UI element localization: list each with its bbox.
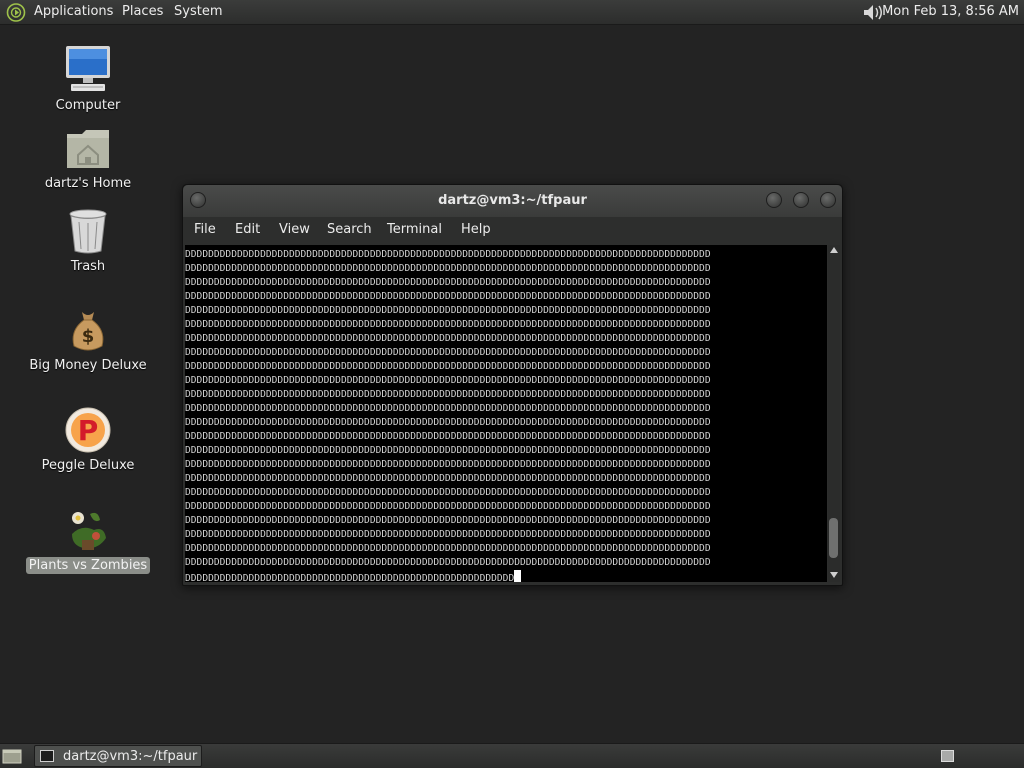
- terminal-cursor: [514, 570, 522, 582]
- terminal-menu-file[interactable]: File: [194, 222, 216, 237]
- plants-vs-zombies-icon: [72, 512, 106, 550]
- terminal-menu-terminal[interactable]: Terminal: [387, 222, 442, 237]
- scroll-up-arrow-icon[interactable]: [830, 247, 838, 253]
- desktop-icon-plants-vs-zombies[interactable]: Plants vs Zombies: [23, 506, 153, 574]
- terminal-menu-view[interactable]: View: [279, 222, 310, 237]
- computer-icon: [66, 46, 110, 91]
- bottom-panel: dartz@vm3:~/tfpaur: [0, 743, 1024, 768]
- terminal-icon: [40, 750, 54, 762]
- show-desktop-icon[interactable]: [2, 747, 22, 765]
- desktop-icon-label: Peggle Deluxe: [41, 458, 135, 473]
- window-titlebar[interactable]: dartz@vm3:~/tfpaur: [183, 185, 842, 217]
- scrollbar-thumb[interactable]: [829, 518, 838, 559]
- home-folder-icon: [67, 130, 109, 168]
- scroll-down-arrow-icon[interactable]: [830, 572, 838, 578]
- terminal-menu-search[interactable]: Search: [327, 222, 372, 237]
- maximize-button[interactable]: [793, 192, 809, 208]
- menu-places[interactable]: Places: [122, 4, 163, 19]
- menu-system[interactable]: System: [174, 4, 222, 19]
- desktop-icon-label: Big Money Deluxe: [29, 358, 147, 373]
- taskbar-terminal-button[interactable]: dartz@vm3:~/tfpaur: [34, 745, 202, 767]
- taskbar-label: dartz@vm3:~/tfpaur: [63, 749, 198, 764]
- desktop-icon-peggle[interactable]: P Peggle Deluxe: [23, 406, 153, 474]
- desktop-icon-computer[interactable]: Computer: [23, 44, 153, 114]
- peggle-icon: P: [65, 407, 111, 453]
- panel-clock[interactable]: Mon Feb 13, 8:56 AM: [882, 4, 1019, 19]
- terminal-output[interactable]: DDDDDDDDDDDDDDDDDDDDDDDDDDDDDDDDDDDDDDDD…: [185, 245, 827, 582]
- workspace-switcher[interactable]: [941, 750, 954, 762]
- menu-applications[interactable]: Applications: [34, 4, 113, 19]
- terminal-scrollbar[interactable]: [828, 245, 840, 582]
- terminal-window[interactable]: dartz@vm3:~/tfpaur File Edit View Search…: [182, 184, 843, 586]
- desktop-icon-label: Computer: [55, 98, 121, 113]
- terminal-text: DDDDDDDDDDDDDDDDDDDDDDDDDDDDDDDDDDDDDDDD…: [185, 249, 711, 582]
- desktop-icon-trash[interactable]: Trash: [23, 207, 153, 275]
- terminal-menu-edit[interactable]: Edit: [235, 222, 260, 237]
- desktop-icon-home[interactable]: dartz's Home: [23, 126, 153, 192]
- trash-icon: [69, 209, 107, 254]
- window-title: dartz@vm3:~/tfpaur: [438, 193, 587, 208]
- desktop-icon-big-money[interactable]: $ Big Money Deluxe: [23, 308, 153, 374]
- distro-logo-icon[interactable]: [6, 3, 26, 22]
- money-bag-icon: $: [72, 312, 104, 351]
- terminal-menu-help[interactable]: Help: [461, 222, 491, 237]
- close-button[interactable]: [820, 192, 836, 208]
- minimize-button[interactable]: [766, 192, 782, 208]
- top-panel: Applications Places System Mon Feb 13, 8…: [0, 0, 1024, 25]
- desktop-icon-label: Trash: [70, 259, 106, 274]
- desktop-icon-label: dartz's Home: [44, 176, 132, 191]
- terminal-menubar: File Edit View Search Terminal Help: [183, 217, 842, 244]
- svg-text:$: $: [82, 326, 95, 347]
- desktop-icon-label: Plants vs Zombies: [25, 557, 151, 574]
- svg-text:P: P: [78, 414, 99, 447]
